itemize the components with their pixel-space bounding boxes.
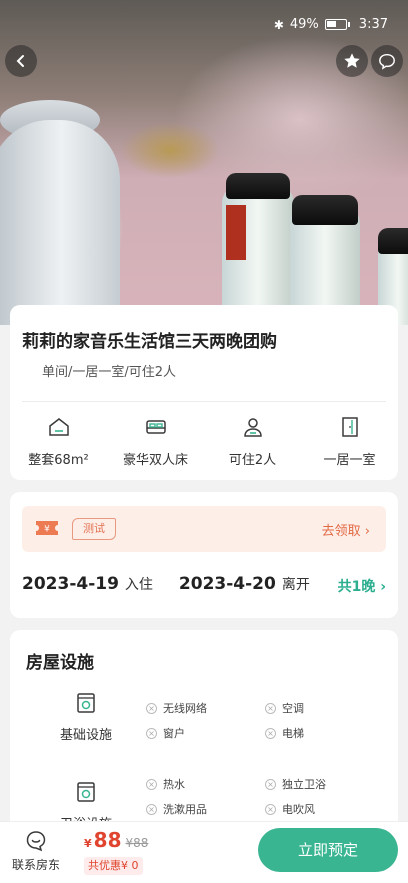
unavailable-icon: × <box>146 727 157 739</box>
photo-bottle-label <box>226 205 246 260</box>
coupon-banner[interactable]: ¥ 测试 去领取 › <box>22 506 386 552</box>
feature-label: 整套68m² <box>28 453 89 468</box>
unavailable-icon: × <box>265 778 276 790</box>
contact-host-label: 联系房东 <box>11 858 60 872</box>
amenity-item: × 洗漱用品 <box>146 801 207 817</box>
price: ¥ 88 ¥88 <box>84 828 148 852</box>
hero-photo: ✱ 49% 3:37 <box>0 0 408 325</box>
favorite-button[interactable] <box>336 45 368 77</box>
house-icon <box>48 418 69 436</box>
unavailable-icon: × <box>265 702 276 714</box>
smile-chat-icon <box>26 831 46 852</box>
photo-bottle-cap <box>292 195 358 225</box>
divider <box>22 401 386 402</box>
ticket-icon: ¥ <box>36 521 58 535</box>
clock: 3:37 <box>358 17 388 32</box>
bluetooth-icon: ✱ <box>273 17 284 32</box>
message-button[interactable] <box>371 45 403 77</box>
photo-kettle <box>0 120 120 325</box>
unavailable-icon: × <box>146 778 157 790</box>
feature-rooms: 一居一室 <box>304 415 396 468</box>
feature-label: 可住2人 <box>228 453 277 468</box>
door-icon <box>341 417 358 437</box>
feature-area: 整套68m² <box>13 415 105 468</box>
nights-count[interactable]: 共1晚 › <box>338 576 386 596</box>
amenity-item: × 电吹风 <box>265 801 315 817</box>
amenity-item: × 窗户 <box>146 725 185 741</box>
chat-bubble-icon <box>379 53 395 70</box>
price-amount: 88 <box>93 828 122 852</box>
amenity-item: × 独立卫浴 <box>265 776 326 792</box>
contact-host-button[interactable]: 联系房东 <box>8 830 64 873</box>
washer-icon <box>77 693 95 713</box>
feature-label: 一居一室 <box>323 453 376 468</box>
unavailable-icon: × <box>265 803 276 815</box>
coupon-tag: 测试 <box>72 518 116 540</box>
amenity-item: × 电梯 <box>265 725 304 741</box>
category-basic: 基础设施 <box>46 692 126 743</box>
listing-card: 莉莉的家音乐生活馆三天两晚团购 单间/一居一室/可住2人 整套68m² 豪华双人… <box>10 305 398 480</box>
checkout-date[interactable]: 2023-4-20 <box>179 574 276 594</box>
person-icon <box>243 418 262 437</box>
unavailable-icon: × <box>146 702 157 714</box>
battery-percent: 49% <box>289 17 319 32</box>
facilities-card: 房屋设施 基础设施 ×无线网络 ×空调 ×窗户 ×电梯 卫浴设施 ×热水 ×独立… <box>10 630 398 850</box>
facilities-title: 房屋设施 <box>26 653 94 673</box>
checkin-label: 入住 <box>124 577 153 593</box>
bed-icon <box>145 420 166 434</box>
date-row[interactable]: 2023-4-19 入住 2023-4-20 离开 共1晚 › <box>22 574 386 596</box>
feature-guests: 可住2人 <box>207 415 299 468</box>
battery-icon <box>324 19 350 30</box>
listing-subtitle: 单间/一居一室/可住2人 <box>42 365 177 380</box>
unavailable-icon: × <box>265 727 276 739</box>
amenity-item: × 无线网络 <box>146 700 207 716</box>
claim-coupon-link[interactable]: 去领取 › <box>322 520 370 539</box>
amenity-item: × 空调 <box>265 700 304 716</box>
back-button[interactable] <box>5 45 37 77</box>
page: ✱ 49% 3:37 莉莉的家音乐生活馆三天两晚团购 单间/一居一室/可住2人 … <box>0 0 408 883</box>
feature-bed: 豪华双人床 <box>110 415 202 468</box>
checkin-date[interactable]: 2023-4-19 <box>22 574 119 594</box>
star-icon <box>344 53 360 68</box>
original-price: ¥88 <box>125 836 149 850</box>
bottom-bar: 联系房东 ¥ 88 ¥88 共优惠¥ 0 立即预定 <box>0 821 408 883</box>
washer-icon <box>77 782 95 802</box>
feature-label: 豪华双人床 <box>122 453 188 468</box>
discount-badge: 共优惠¥ 0 <box>84 857 143 875</box>
booking-card: ¥ 测试 去领取 › 2023-4-19 入住 2023-4-20 离开 共1晚… <box>10 492 398 618</box>
unavailable-icon: × <box>146 803 157 815</box>
photo-bottle-cap <box>226 173 290 199</box>
photo-bottle-cap <box>378 228 408 254</box>
category-label: 基础设施 <box>59 728 112 743</box>
listing-title: 莉莉的家音乐生活馆三天两晚团购 <box>22 332 277 352</box>
chevron-left-icon <box>16 55 24 67</box>
feature-row: 整套68m² 豪华双人床 可住2人 一居一室 <box>10 415 398 468</box>
status-bar: ✱ 49% 3:37 <box>0 0 408 48</box>
price-currency: ¥ <box>84 837 92 850</box>
amenity-item: × 热水 <box>146 776 185 792</box>
book-now-button[interactable]: 立即预定 <box>258 828 398 872</box>
svg-text:¥: ¥ <box>44 525 50 535</box>
checkout-label: 离开 <box>281 577 310 593</box>
